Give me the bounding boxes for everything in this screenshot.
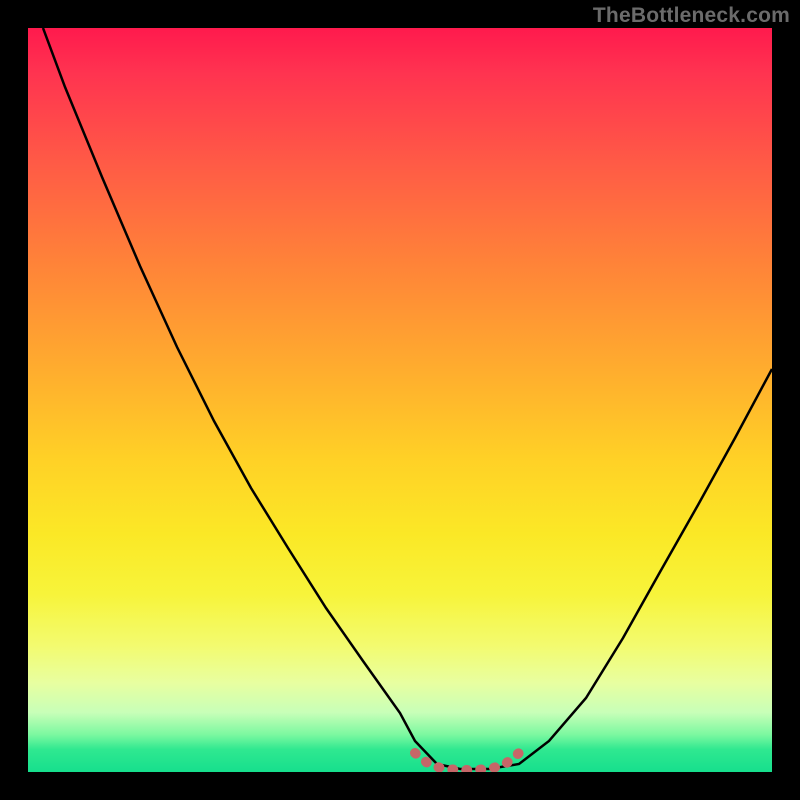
chart-frame: TheBottleneck.com xyxy=(0,0,800,800)
plot-area xyxy=(28,28,772,772)
bottleneck-curve xyxy=(43,28,772,769)
curve-layer xyxy=(28,28,772,772)
watermark-text: TheBottleneck.com xyxy=(593,4,790,28)
